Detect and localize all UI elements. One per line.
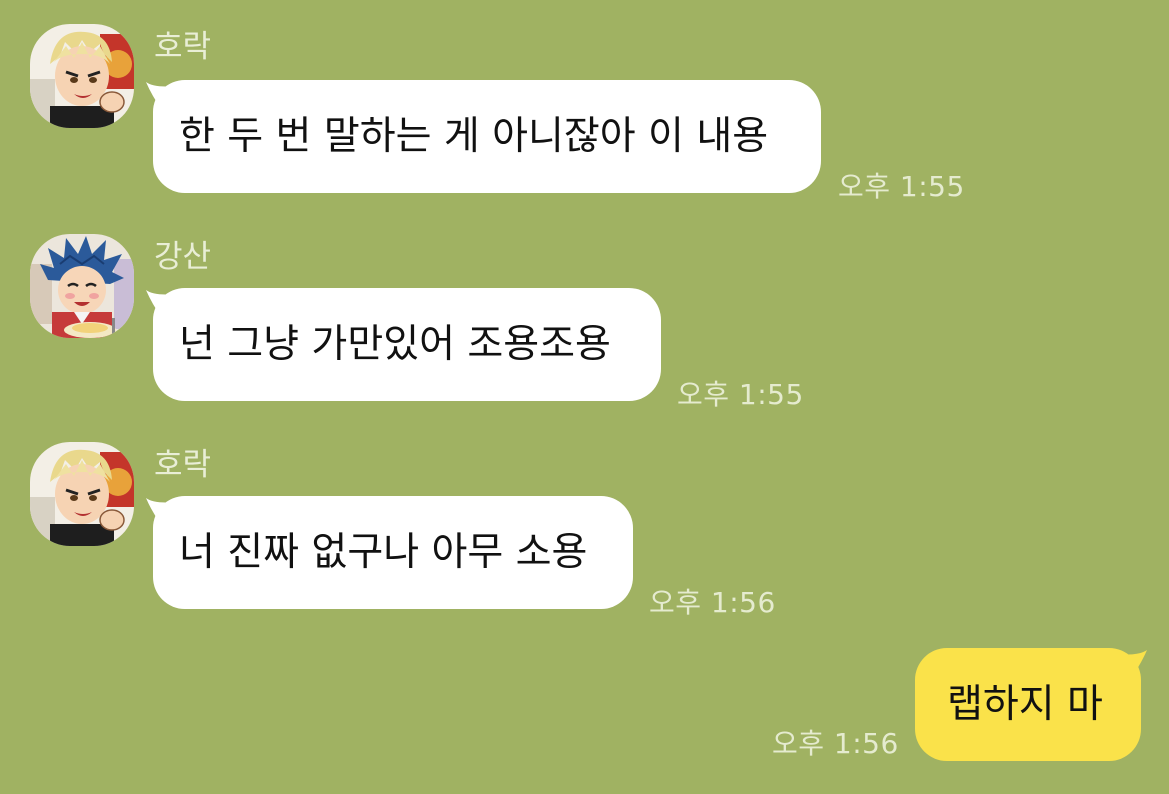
- message-bubble[interactable]: 한 두 번 말하는 게 아니잖아 이 내용: [153, 80, 821, 193]
- message-bubble[interactable]: 넌 그냥 가만있어 조용조용: [153, 288, 661, 401]
- message-bubble-mine[interactable]: 랩하지 마: [915, 648, 1141, 761]
- sender-name: 호락: [154, 447, 212, 483]
- sender-name: 호락: [154, 29, 212, 65]
- avatar-horak[interactable]: [30, 24, 134, 128]
- message-time: 오후 1:55: [677, 378, 804, 411]
- message-time: 오후 1:56: [772, 727, 899, 760]
- avatar-gangsan[interactable]: [30, 234, 134, 338]
- avatar-horak[interactable]: [30, 442, 134, 546]
- message-time: 오후 1:56: [649, 586, 776, 619]
- sender-name: 강산: [154, 239, 212, 275]
- message-bubble[interactable]: 너 진짜 없구나 아무 소용: [153, 496, 633, 609]
- message-time: 오후 1:55: [838, 170, 965, 203]
